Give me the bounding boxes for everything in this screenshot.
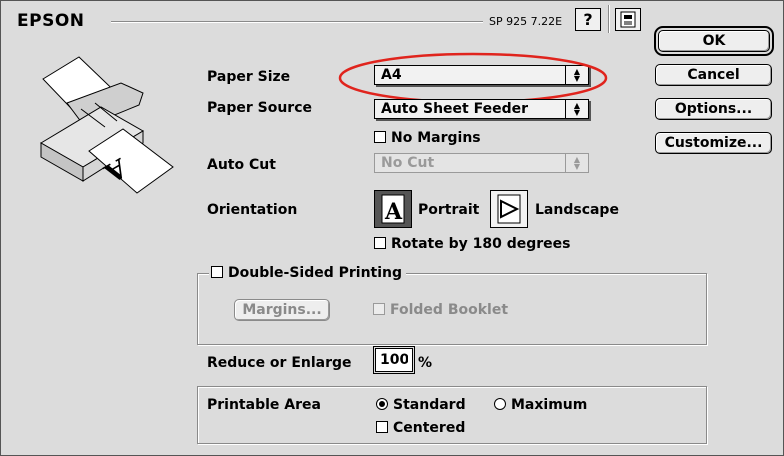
ok-button[interactable]: OK [654,26,774,56]
utility-icon-graphic [620,11,636,28]
folded-booklet-label: Folded Booklet [390,302,509,318]
portrait-label[interactable]: Portrait [418,202,479,218]
standard-label: Standard [393,397,466,413]
percent-unit: % [418,355,433,371]
orientation-label: Orientation [207,202,298,218]
header-rule [111,21,483,23]
portrait-glyph: A [384,199,403,225]
paper-source-value: Auto Sheet Feeder [381,101,528,117]
auto-cut-label: Auto Cut [207,157,276,173]
reduce-enlarge-input[interactable] [373,346,415,374]
paper-source-select[interactable]: Auto Sheet Feeder ▲ ▼ [374,99,589,119]
cancel-button[interactable]: Cancel [655,64,772,86]
chevron-updown-icon: ▲ ▼ [565,100,588,118]
utility-icon[interactable] [615,8,641,31]
centered-checkbox[interactable]: Centered [376,420,465,436]
maximum-radio[interactable]: Maximum [494,397,587,413]
no-margins-checkbox[interactable]: No Margins [374,130,481,146]
options-button[interactable]: Options... [655,98,772,120]
landscape-label[interactable]: Landscape [535,202,619,218]
folded-booklet-box[interactable] [373,303,385,315]
no-margins-box[interactable] [374,131,386,143]
double-sided-box[interactable] [211,266,223,278]
standard-radio[interactable]: Standard [376,397,466,413]
portrait-icon[interactable]: A [374,190,412,228]
landscape-icon[interactable] [490,190,528,228]
help-icon[interactable]: ? [575,8,601,31]
centered-box[interactable] [376,421,388,433]
auto-cut-select[interactable]: No Cut ▲ ▼ [374,153,589,173]
margins-button[interactable]: Margins... [234,299,330,321]
header-divider [608,5,610,33]
centered-label: Centered [393,420,466,436]
printable-area-label: Printable Area [207,397,321,413]
driver-version: SP 925 7.22E [489,15,563,28]
printer-illustration: A [40,56,174,194]
rotate-box[interactable] [374,237,386,249]
no-margins-label: No Margins [391,130,481,146]
landscape-icon-graphic [497,194,521,224]
maximum-label: Maximum [511,397,588,413]
reduce-enlarge-label: Reduce or Enlarge [207,355,352,371]
double-sided-checkbox[interactable]: Double-Sided Printing [209,265,407,281]
customize-button[interactable]: Customize... [655,132,772,154]
maximum-radio-dot[interactable] [494,398,506,410]
auto-cut-value: No Cut [381,155,435,171]
standard-radio-dot[interactable] [376,398,388,410]
page-setup-dialog: EPSON SP 925 7.22E ? OK Cancel Options..… [0,0,784,456]
rotate-label: Rotate by 180 degrees [391,236,571,252]
paper-source-label: Paper Source [207,100,312,116]
folded-booklet-checkbox[interactable]: Folded Booklet [373,302,508,318]
double-sided-label: Double-Sided Printing [228,265,403,281]
rotate-checkbox[interactable]: Rotate by 180 degrees [374,236,570,252]
brand-logo: EPSON [17,11,85,31]
chevron-updown-icon: ▲ ▼ [565,154,588,172]
portrait-icon-graphic: A [381,194,405,225]
paper-size-label: Paper Size [207,69,291,85]
